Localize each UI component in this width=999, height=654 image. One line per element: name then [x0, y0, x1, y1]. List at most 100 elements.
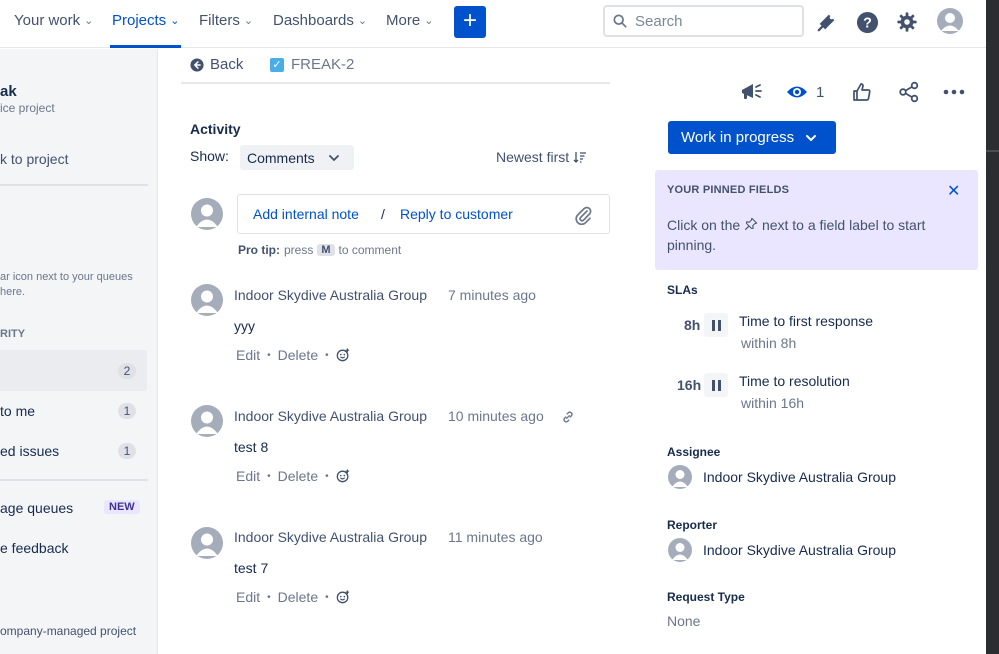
nav-dashboards-label: Dashboards — [273, 12, 354, 29]
more-actions-icon[interactable] — [943, 80, 965, 104]
activity-filter-value: Comments — [247, 149, 315, 166]
sort-icon — [573, 152, 587, 163]
add-reaction-icon[interactable] — [336, 348, 350, 362]
activity-heading: Activity — [190, 121, 241, 137]
project-type: ice project — [0, 101, 55, 115]
request-type-value[interactable]: None — [667, 613, 700, 629]
nav-projects-label: Projects — [112, 12, 167, 29]
reporter-label: Reporter — [667, 518, 718, 532]
project-name: ak — [0, 83, 17, 100]
sla-name: Time to first response — [739, 313, 874, 329]
comment-actions: Edit • Delete • — [236, 347, 350, 363]
queue-count-badge: 1 — [118, 403, 136, 419]
chevron-down-icon — [328, 154, 339, 161]
feedback-megaphone-icon[interactable] — [739, 80, 763, 104]
sidebar-item-issues[interactable]: ed issues — [0, 443, 59, 459]
add-internal-note-button[interactable]: Add internal note — [253, 206, 359, 222]
comment-body: test 7 — [234, 560, 269, 576]
search-icon — [613, 14, 627, 28]
link-icon[interactable] — [561, 410, 575, 429]
like-thumbs-up-icon[interactable] — [852, 80, 872, 104]
show-label: Show: — [190, 148, 229, 164]
active-nav-indicator — [110, 45, 181, 48]
sidebar-item-manage-queues[interactable]: age queues — [0, 500, 73, 516]
search-placeholder: Search — [635, 12, 683, 30]
comment-delete-button[interactable]: Delete — [278, 589, 318, 605]
comment-author[interactable]: Indoor Skydive Australia Group — [234, 287, 427, 303]
back-to-project-link[interactable]: k to project — [0, 151, 68, 167]
sidebar-divider — [0, 184, 148, 186]
status-transition-button[interactable]: Work in progress — [668, 121, 836, 154]
pro-tip-press: press — [284, 243, 314, 257]
pause-icon — [704, 313, 728, 337]
comment-body: yyy — [234, 318, 255, 334]
close-icon[interactable]: ✕ — [947, 181, 960, 201]
pro-tip: Pro tip: press M to comment — [238, 243, 401, 257]
back-button[interactable]: Back — [190, 56, 243, 73]
nav-filters[interactable]: Filters ⌄ — [199, 12, 253, 29]
pin-icon — [744, 217, 758, 231]
comment-delete-button[interactable]: Delete — [278, 347, 318, 363]
separator-dot: • — [267, 349, 271, 361]
avatar — [668, 465, 692, 489]
watch-button[interactable]: 1 — [786, 80, 824, 104]
comment-timestamp[interactable]: 7 minutes ago — [448, 287, 536, 303]
nav-more-label: More — [386, 12, 421, 29]
nav-more[interactable]: More ⌄ — [386, 12, 433, 29]
assignee-label: Assignee — [667, 445, 721, 459]
chevron-down-icon: ⌄ — [424, 15, 434, 27]
activity-filter-select[interactable]: Comments — [240, 145, 354, 170]
reply-to-customer-button[interactable]: Reply to customer — [400, 206, 513, 222]
sidebar-item-assigned-to-me[interactable]: to me — [0, 403, 35, 419]
comment-timestamp[interactable]: 11 minutes ago — [448, 529, 543, 545]
chevron-down-icon: ⌄ — [170, 15, 180, 27]
sidebar-item-give-feedback[interactable]: e feedback — [0, 540, 69, 556]
nav-your-work[interactable]: Your work ⌄ — [14, 12, 93, 29]
sla-goal: within 8h — [741, 335, 797, 351]
back-label: Back — [210, 56, 244, 73]
search-input[interactable]: Search — [603, 5, 804, 37]
chevron-down-icon: ⌄ — [357, 15, 368, 27]
watch-count: 1 — [816, 83, 825, 101]
pinned-fields-panel: YOUR PINNED FIELDS ✕ Click on the next t… — [655, 170, 978, 270]
pinned-help-before: Click on the — [667, 217, 741, 233]
comment-author[interactable]: Indoor Skydive Australia Group — [234, 408, 427, 424]
reporter-field[interactable]: Indoor Skydive Australia Group — [668, 538, 896, 562]
pinned-fields-help: Click on the next to a field label to st… — [667, 215, 957, 255]
add-reaction-icon[interactable] — [336, 469, 350, 483]
comment-author[interactable]: Indoor Skydive Australia Group — [234, 529, 427, 545]
sla-remaining-time: 16h — [677, 377, 702, 393]
add-reaction-icon[interactable] — [336, 590, 350, 604]
nav-dashboards[interactable]: Dashboards ⌄ — [273, 12, 367, 29]
project-sidebar: ak ice project k to project ar icon next… — [0, 49, 158, 654]
comment-timestamp[interactable]: 10 minutes ago — [448, 408, 544, 424]
comment-composer[interactable]: Add internal note / Reply to customer — [237, 194, 610, 234]
create-button[interactable]: + — [454, 6, 486, 38]
avatar — [191, 527, 223, 559]
keyboard-shortcut-key: M — [317, 244, 335, 256]
background-window-strip — [986, 0, 999, 654]
nav-filters-label: Filters — [199, 12, 240, 29]
comment-edit-button[interactable]: Edit — [236, 468, 260, 484]
assignee-field[interactable]: Indoor Skydive Australia Group — [668, 465, 896, 489]
task-type-icon: ✓ — [270, 57, 284, 72]
avatar — [668, 538, 692, 562]
comment-edit-button[interactable]: Edit — [236, 589, 260, 605]
help-icon[interactable]: ? — [855, 10, 879, 34]
sidebar-divider — [0, 479, 148, 481]
settings-gear-icon[interactable] — [895, 10, 919, 34]
comment-edit-button[interactable]: Edit — [236, 347, 260, 363]
notifications-icon[interactable] — [815, 10, 839, 34]
sla-goal: within 16h — [741, 395, 805, 411]
avatar — [191, 405, 223, 437]
nav-projects[interactable]: Projects ⌄ — [112, 12, 179, 29]
profile-avatar[interactable] — [937, 8, 963, 34]
attachment-icon[interactable] — [573, 205, 593, 230]
breadcrumb-issue-key[interactable]: ✓ FREAK-2 — [270, 56, 354, 73]
comment-actions: Edit • Delete • — [236, 468, 350, 484]
comment-delete-button[interactable]: Delete — [278, 468, 318, 484]
svg-text:?: ? — [863, 15, 872, 31]
separator-dot: • — [325, 591, 329, 603]
share-icon[interactable] — [898, 80, 920, 104]
sort-order-button[interactable]: Newest first — [496, 149, 587, 165]
